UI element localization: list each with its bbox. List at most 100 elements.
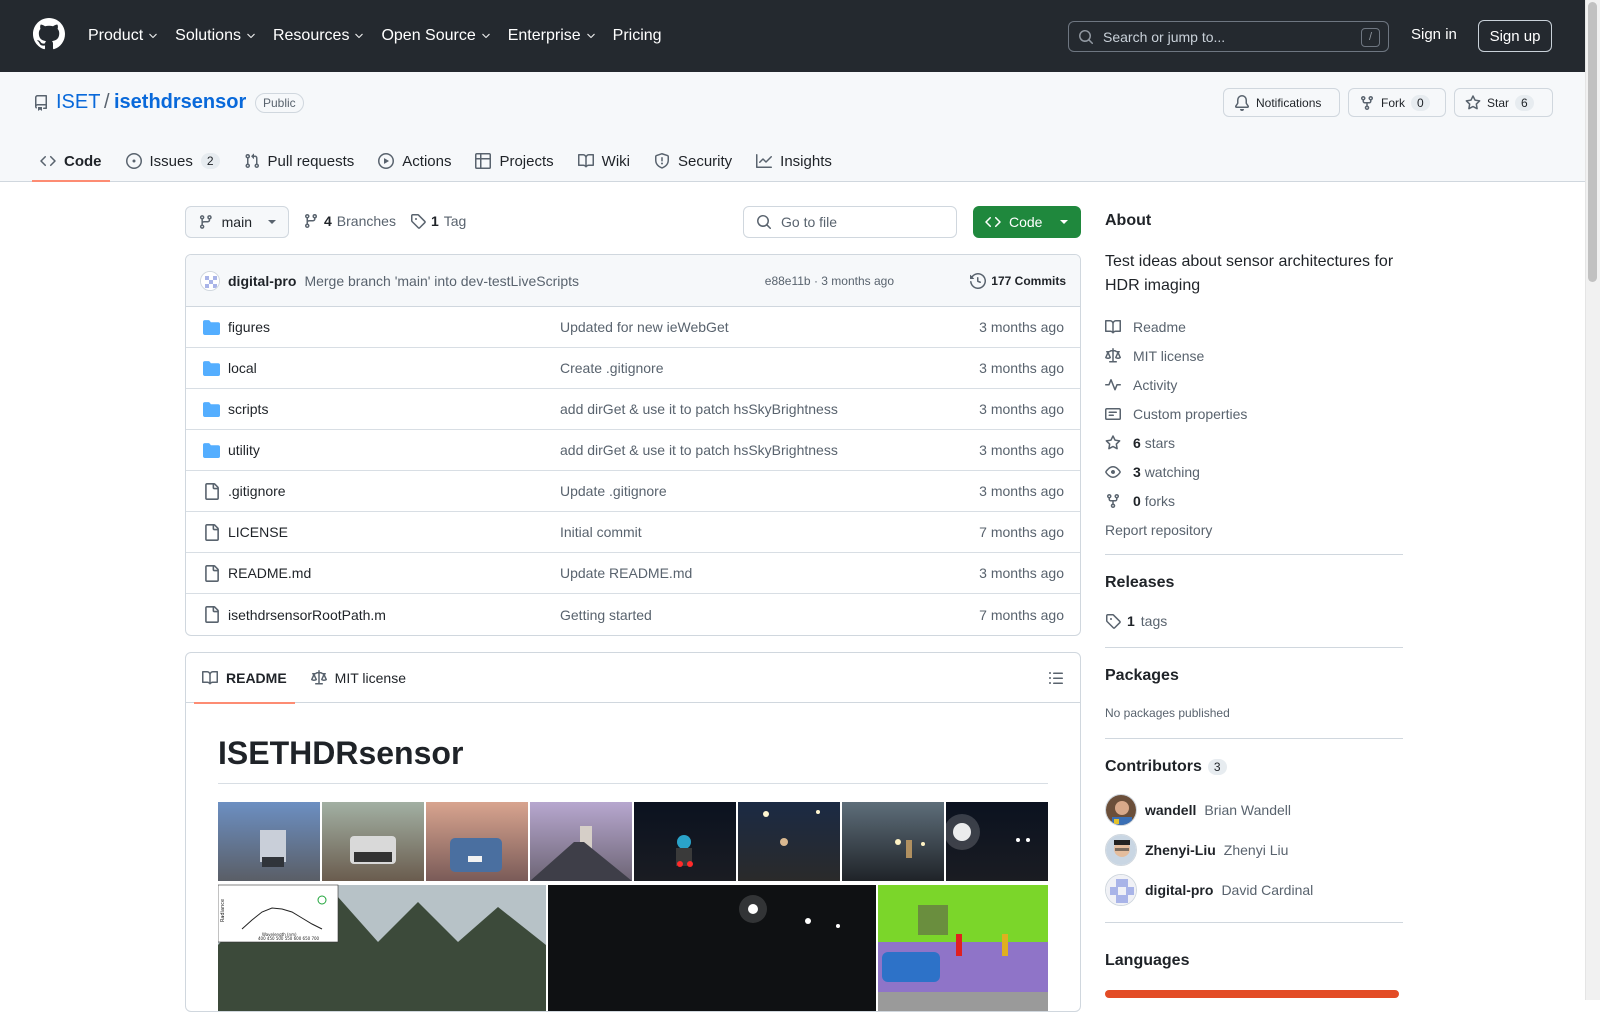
star-button[interactable]: Star 6 <box>1454 88 1553 117</box>
file-commit-message-link[interactable]: Getting started <box>560 607 652 623</box>
file-name-link[interactable]: LICENSE <box>228 524 288 540</box>
file-name-link[interactable]: README.md <box>228 565 311 581</box>
tags-link[interactable]: 1 Tag <box>410 213 466 229</box>
contributors-list: wandell Brian Wandell Zhenyi-Liu Zhenyi … <box>1105 790 1403 910</box>
contributors-heading[interactable]: Contributors 3 <box>1105 758 1227 776</box>
tab-pull-requests[interactable]: Pull requests <box>236 140 363 182</box>
search-shortcut-key: / <box>1361 28 1380 47</box>
tab-insights[interactable]: Insights <box>748 140 840 182</box>
sign-in-link[interactable]: Sign in <box>1411 26 1457 43</box>
commit-author-link[interactable]: digital-pro <box>228 273 296 289</box>
forks-link[interactable]: 0 forks <box>1105 486 1403 515</box>
file-list: figures Updated for new ieWebGet 3 months … <box>186 307 1080 635</box>
branches-link[interactable]: 4 Branches <box>303 213 396 229</box>
commits-history-link[interactable]: 177 Commits <box>970 272 1066 289</box>
report-repository-link[interactable]: Report repository <box>1105 515 1403 544</box>
scrollbar-thumb[interactable] <box>1588 2 1597 282</box>
tags-link[interactable]: 1 tags <box>1105 606 1167 635</box>
nav-pricing[interactable]: Pricing <box>613 27 662 45</box>
sign-up-button[interactable]: Sign up <box>1478 20 1552 52</box>
nav-label: Resources <box>272 27 350 44</box>
stars-link[interactable]: 6 stars <box>1105 428 1403 457</box>
search-icon <box>1079 29 1094 44</box>
activity-link[interactable]: Activity <box>1105 370 1403 399</box>
file-row[interactable]: README.md Update README.md 3 months ago <box>186 553 1080 594</box>
nav-resources[interactable]: Resources <box>273 27 365 45</box>
star-label: Star <box>1487 95 1510 110</box>
file-row[interactable]: .gitignore Update .gitignore 3 months ago <box>186 471 1080 512</box>
tab-readme[interactable]: README <box>194 653 295 704</box>
packages-heading[interactable]: Packages <box>1105 667 1179 685</box>
commit-hash-time[interactable]: e88e11b · 3 months ago <box>765 274 894 288</box>
file-commit-message-link[interactable]: Update .gitignore <box>560 483 667 499</box>
file-row[interactable]: scripts add dirGet & use it to patch hsSk… <box>186 389 1080 430</box>
commit-message-link[interactable]: Merge branch 'main' into dev-testLiveScr… <box>304 273 579 289</box>
file-commit-message-link[interactable]: Update README.md <box>560 565 692 581</box>
file-row[interactable]: local Create .gitignore 3 months ago <box>186 348 1080 389</box>
book-icon <box>202 670 218 684</box>
custom-properties-link[interactable]: Custom properties <box>1105 399 1403 428</box>
latest-commit: digital-pro Merge branch 'main' into dev… <box>186 255 1080 307</box>
readme-divider <box>218 783 1048 784</box>
fork-count: 0 <box>1411 94 1430 111</box>
file-commit-message-link[interactable]: add dirGet & use it to patch hsSkyBright… <box>560 401 838 417</box>
repo-owner-link[interactable]: ISET <box>56 91 100 114</box>
nav-label: Product <box>88 27 144 44</box>
file-name-link[interactable]: .gitignore <box>228 483 286 499</box>
contributor-item[interactable]: digital-pro David Cardinal <box>1105 870 1403 910</box>
nav-open-source[interactable]: Open Source <box>381 27 491 45</box>
caret-down-icon <box>1060 220 1069 224</box>
file-commit-message-link[interactable]: Updated for new ieWebGet <box>560 319 729 335</box>
contributor-item[interactable]: wandell Brian Wandell <box>1105 790 1403 830</box>
sidebar-divider <box>1105 647 1403 648</box>
watching-link[interactable]: 3 watching <box>1105 457 1403 486</box>
file-commit-date: 3 months ago <box>979 401 1064 417</box>
file-row[interactable]: isethdrsensorRootPath.m Getting started 7 … <box>186 594 1080 635</box>
releases-heading[interactable]: Releases <box>1105 574 1174 592</box>
search-input[interactable]: Search or jump to... / <box>1068 21 1389 52</box>
file-commit-message-link[interactable]: Initial commit <box>560 524 642 540</box>
fork-button[interactable]: Fork 0 <box>1348 88 1446 117</box>
file-name-link[interactable]: isethdrsensorRootPath.m <box>228 607 386 623</box>
search-placeholder: Search or jump to... <box>1103 28 1226 45</box>
readme-image-collage: Radiance 400 450 500 550 600 650 700 Wav… <box>218 802 1048 1011</box>
tab-actions[interactable]: Actions <box>370 140 459 182</box>
file-row[interactable]: LICENSE Initial commit 7 months ago <box>186 512 1080 553</box>
notifications-button[interactable]: Notifications <box>1223 88 1340 117</box>
file-name-link[interactable]: scripts <box>228 401 268 417</box>
nav-solutions[interactable]: Solutions <box>175 27 257 45</box>
repo-name-link[interactable]: isethdrsensor <box>114 91 246 114</box>
tab-projects[interactable]: Projects <box>467 140 561 182</box>
releases-count: 1 <box>1127 612 1135 629</box>
item-label: MIT license <box>1133 347 1205 364</box>
item-label: forks <box>1144 492 1176 509</box>
github-logo-icon[interactable] <box>33 18 65 50</box>
nav-enterprise[interactable]: Enterprise <box>508 27 597 45</box>
outline-list-icon[interactable] <box>1048 670 1064 686</box>
tags-count: 1 <box>430 213 439 229</box>
file-commit-message-link[interactable]: add dirGet & use it to patch hsSkyBright… <box>560 442 838 458</box>
contributor-item[interactable]: Zhenyi-Liu Zhenyi Liu <box>1105 830 1403 870</box>
fork-icon <box>1107 493 1119 508</box>
file-row[interactable]: figures Updated for new ieWebGet 3 months … <box>186 307 1080 348</box>
forks-count: 0 <box>1133 492 1141 509</box>
fork-label: Fork <box>1381 95 1405 110</box>
tab-license[interactable]: MIT license <box>303 653 414 703</box>
tab-issues[interactable]: Issues 2 <box>118 140 228 182</box>
tab-security[interactable]: Security <box>646 140 740 182</box>
tab-code[interactable]: Code <box>32 140 110 182</box>
file-name-link[interactable]: utility <box>228 442 260 458</box>
readme-link[interactable]: Readme <box>1105 312 1403 341</box>
inset-ylabel: Radiance <box>220 899 226 922</box>
branch-selector[interactable]: main <box>185 206 289 238</box>
tab-wiki[interactable]: Wiki <box>570 140 638 182</box>
avatar[interactable] <box>200 270 220 291</box>
go-to-file-input[interactable]: Go to file <box>743 206 957 238</box>
file-name-link[interactable]: local <box>228 360 257 376</box>
license-link[interactable]: MIT license <box>1105 341 1403 370</box>
nav-product[interactable]: Product <box>88 27 159 45</box>
file-commit-message-link[interactable]: Create .gitignore <box>560 360 664 376</box>
file-row[interactable]: utility add dirGet & use it to patch hsSk… <box>186 430 1080 471</box>
code-dropdown-button[interactable]: Code <box>973 206 1081 238</box>
file-name-link[interactable]: figures <box>228 319 270 335</box>
